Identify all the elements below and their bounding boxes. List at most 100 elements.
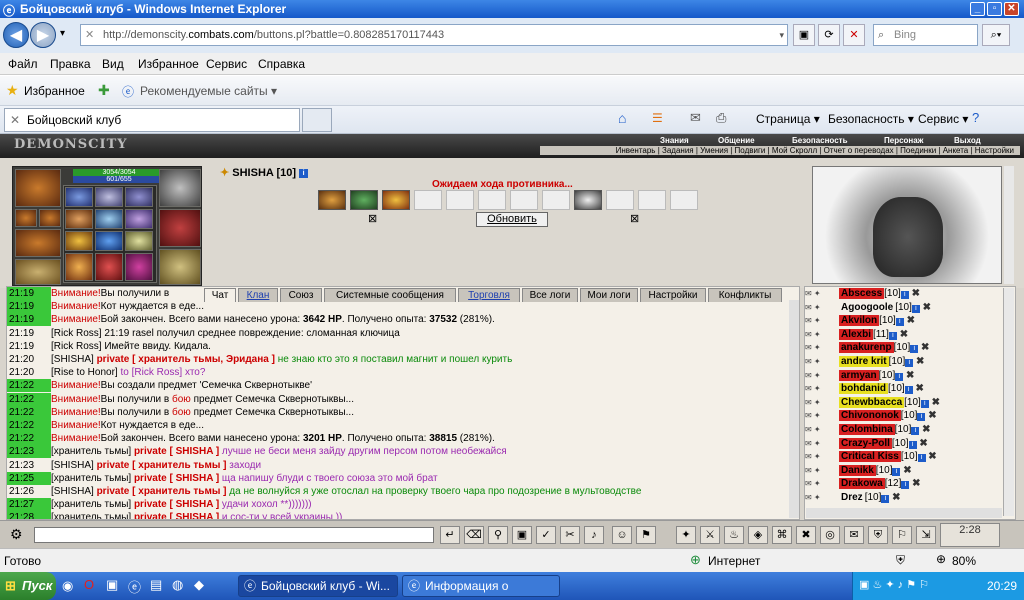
scroll-right-icon[interactable]: ⊠	[630, 212, 639, 225]
chat-time[interactable]: 21:22	[7, 419, 51, 432]
attack-icon[interactable]: ✖	[926, 451, 936, 462]
chat-time[interactable]: 21:27	[7, 498, 51, 512]
attack-icon[interactable]: ✖	[909, 478, 920, 489]
topmenu-communication[interactable]: Общение	[718, 136, 755, 145]
tab-conflicts[interactable]: Конфликты	[708, 288, 782, 302]
tab-clan[interactable]: Клан	[238, 288, 278, 302]
attack-icon[interactable]: ✖	[925, 410, 936, 421]
eraser-icon[interactable]: ⌫	[464, 526, 484, 544]
user-name[interactable]: Drakowa	[839, 478, 885, 490]
scroll-icon[interactable]: ⚑	[636, 526, 656, 544]
calc-icon[interactable]: ▤	[150, 577, 162, 593]
attack-icon[interactable]: ✖	[917, 438, 927, 449]
tab-my-logs[interactable]: Мои логи	[580, 288, 638, 302]
chat-time[interactable]: 21:23	[7, 459, 51, 472]
spell-slot[interactable]	[125, 209, 153, 229]
shield-icon[interactable]: ⛨	[868, 526, 888, 544]
spell-slot[interactable]	[125, 231, 153, 251]
chat-time[interactable]: 21:22	[7, 432, 51, 446]
spell-slot[interactable]	[125, 253, 153, 281]
user-icons[interactable]: ✉ ✦	[805, 301, 839, 314]
flag-icon[interactable]: ⚐	[892, 526, 912, 544]
stop-icon[interactable]: ✕	[843, 24, 865, 46]
user-name[interactable]: Abscess	[839, 288, 885, 299]
checks-icon[interactable]: ✓	[536, 526, 556, 544]
attack-icon[interactable]: ✖	[900, 465, 911, 476]
tab-trade[interactable]: Торговля	[458, 288, 520, 302]
trick-slot-empty[interactable]	[670, 190, 698, 210]
trick-slot[interactable]	[318, 190, 346, 210]
user-icons[interactable]: ✉ ✦	[805, 382, 839, 395]
map-icon[interactable]: ⌘	[772, 526, 792, 544]
chat-input[interactable]	[34, 527, 434, 543]
user-icons[interactable]: ✉ ✦	[805, 396, 839, 409]
trick-slot-empty[interactable]	[638, 190, 666, 210]
spell-slot[interactable]	[65, 209, 93, 229]
spell-slot[interactable]	[95, 253, 123, 281]
tools-icon[interactable]: ✂	[560, 526, 580, 544]
tab-all-logs[interactable]: Все логи	[522, 288, 578, 302]
info-icon[interactable]: i	[920, 399, 929, 408]
url-dropdown-icon[interactable]: ▾	[779, 25, 784, 45]
menu-edit[interactable]: Правка	[50, 57, 91, 71]
user-name[interactable]: Chivononok	[839, 410, 901, 422]
spell-slot[interactable]	[95, 187, 123, 207]
helmet-slot[interactable]	[15, 169, 61, 207]
potion-icon[interactable]: ♨	[724, 526, 744, 544]
game-sub-menu[interactable]: Инвентарь | Задания | Умения | Подвиги |…	[540, 146, 1020, 155]
chat-nick[interactable]: [SHISHA]	[51, 486, 94, 497]
user-name[interactable]: Akvilon	[839, 315, 880, 327]
user-icons[interactable]: ✉ ✦	[805, 328, 839, 341]
chat-nick[interactable]: [хранитель тьмы]	[51, 446, 131, 457]
minimize-button[interactable]: _	[970, 2, 985, 16]
send-icon[interactable]: ↵	[440, 526, 460, 544]
attack-icon[interactable]: ✖	[897, 329, 908, 340]
chat-time[interactable]: 21:19	[7, 300, 51, 314]
user-name[interactable]: Alexbi	[839, 328, 874, 340]
user-name[interactable]: Colombina	[839, 424, 895, 435]
sound-icon[interactable]: ♪	[584, 526, 604, 544]
spell-slot[interactable]	[95, 209, 123, 229]
chat-nick[interactable]: [SHISHA]	[51, 354, 94, 365]
fight-icon[interactable]: ✖	[796, 526, 816, 544]
user-icons[interactable]: ✉ ✦	[805, 341, 839, 354]
player-name[interactable]: ✦ SHISHA [10] i	[220, 166, 309, 179]
spell-slot[interactable]	[125, 187, 153, 207]
user-name[interactable]: Critical Kiss	[839, 451, 901, 463]
rss-icon[interactable]: ☰	[652, 111, 663, 125]
chat-time[interactable]: 21:26	[7, 485, 51, 498]
zone-label[interactable]: Интернет	[708, 554, 760, 568]
chat-time[interactable]: 21:20	[7, 353, 51, 366]
attack-icon[interactable]: ✖	[913, 356, 924, 367]
game-logo[interactable]: DEMONSCITY	[14, 137, 128, 152]
start-button[interactable]: ⊞ Пуск	[0, 572, 56, 600]
chat-time[interactable]: 21:22	[7, 379, 51, 393]
new-tab-button[interactable]	[302, 108, 332, 132]
chat-time[interactable]: 21:28	[7, 511, 51, 519]
page-menu[interactable]: Страница ▾	[756, 112, 820, 126]
disk-icon[interactable]: ◍	[172, 577, 183, 593]
attack-icon[interactable]: ✖	[903, 370, 914, 381]
menu-help[interactable]: Справка	[258, 57, 305, 71]
info-icon[interactable]: i	[895, 318, 904, 327]
user-icons[interactable]: ✉ ✦	[805, 464, 839, 477]
save-icon[interactable]: ▣	[512, 526, 532, 544]
refresh-icon[interactable]: ⟳	[818, 24, 840, 46]
topmenu-security[interactable]: Безопасность	[792, 136, 848, 145]
print-icon[interactable]: ⎙	[716, 110, 726, 126]
task-button-info[interactable]: ⓔ Информация о хранителе...	[402, 575, 560, 597]
user-icons[interactable]: ✉ ✦	[805, 491, 839, 504]
chat-nick[interactable]: [хранитель тьмы]	[51, 499, 131, 510]
attack-icon[interactable]: ✖	[920, 302, 931, 313]
chat-nick[interactable]: [Rick Ross]	[51, 341, 102, 352]
attack-icon[interactable]: ✖	[913, 383, 923, 394]
exit-icon[interactable]: ⇲	[916, 526, 936, 544]
user-name[interactable]: bohdanid	[839, 383, 888, 395]
menu-file[interactable]: Файл	[8, 57, 38, 71]
user-icons[interactable]: ✉ ✦	[805, 314, 839, 327]
trick-slot[interactable]	[574, 190, 602, 210]
trick-slot-empty[interactable]	[478, 190, 506, 210]
mail-icon[interactable]: ✉	[844, 526, 864, 544]
gear-icon[interactable]: ⚙	[10, 526, 23, 543]
topmenu-character[interactable]: Персонаж	[884, 136, 923, 145]
